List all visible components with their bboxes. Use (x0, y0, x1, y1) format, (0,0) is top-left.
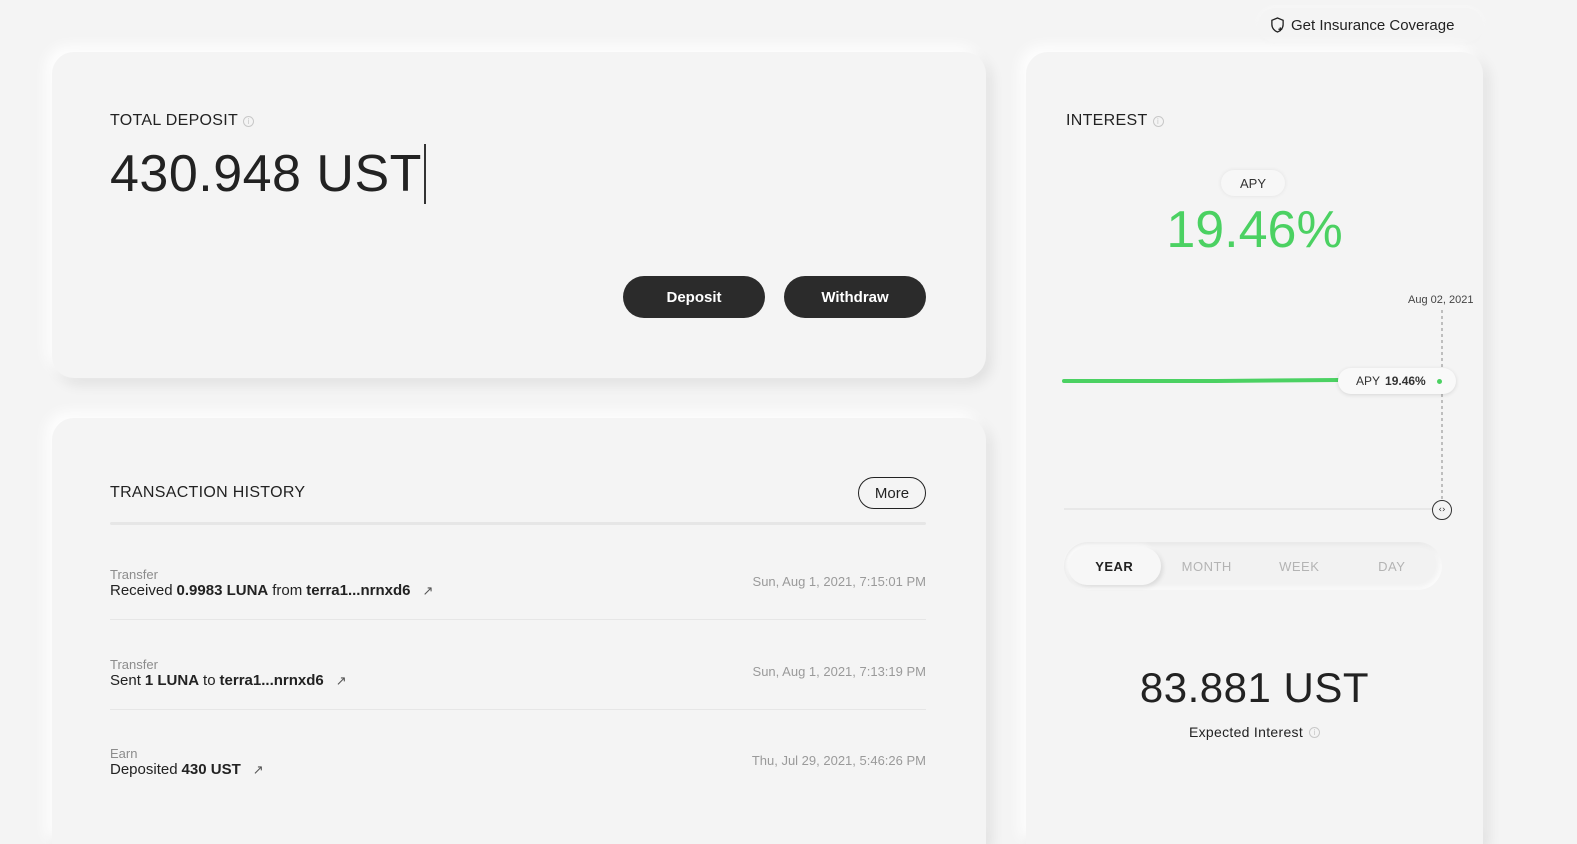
tab-year[interactable]: YEAR (1068, 547, 1161, 585)
transaction-preposition: from (272, 582, 303, 599)
transaction-type: Transfer (110, 567, 158, 582)
transaction-amount: 1 LUNA (144, 672, 200, 689)
transaction-address: terra1...nrnxd6 (219, 672, 324, 689)
total-deposit-title: TOTAL DEPOSIT i (110, 112, 255, 130)
transaction-row: Transfer Sent 1 LUNA to terra1...nrnxd6 … (110, 657, 926, 747)
transaction-history-title: TRANSACTION HISTORY (110, 484, 306, 501)
external-link-icon[interactable]: ↗ (422, 583, 433, 599)
row-divider (110, 709, 926, 710)
withdraw-button[interactable]: Withdraw (784, 276, 926, 318)
row-divider (110, 619, 926, 620)
transaction-row: Transfer Received 0.9983 LUNA from terra… (110, 567, 926, 657)
transaction-description: Sent 1 LUNA to terra1...nrnxd6 ↗ (110, 672, 347, 689)
tooltip-label: APY (1356, 374, 1381, 388)
transaction-time: Sun, Aug 1, 2021, 7:13:19 PM (752, 664, 926, 679)
external-link-icon[interactable]: ↗ (336, 673, 347, 689)
apy-chart (1062, 310, 1443, 510)
transaction-address: terra1...nrnxd6 (306, 582, 411, 599)
transaction-time: Sun, Aug 1, 2021, 7:15:01 PM (752, 574, 926, 589)
deposit-amount-value: 430.948 UST (110, 145, 422, 203)
chart-drag-handle-icon[interactable]: ‹› (1432, 500, 1452, 520)
apy-line (1062, 378, 1340, 383)
apy-tooltip: APY 19.46% (1338, 368, 1456, 394)
more-button[interactable]: More (858, 477, 926, 509)
total-deposit-title-text: TOTAL DEPOSIT (110, 112, 239, 129)
transaction-type: Earn (110, 746, 138, 761)
transaction-description: Deposited 430 UST ↗ (110, 761, 264, 778)
tooltip-value: 19.46% (1385, 374, 1426, 388)
get-insurance-coverage-button[interactable]: Get Insurance Coverage (1258, 8, 1483, 42)
transaction-type: Transfer (110, 657, 158, 672)
tab-month[interactable]: MONTH (1161, 547, 1254, 585)
total-deposit-amount: 430.948 UST (110, 144, 426, 204)
transaction-time: Thu, Jul 29, 2021, 5:46:26 PM (751, 753, 926, 768)
interest-card: INTEREST i APY 19.46% Aug 02, 2021 APY 1… (1026, 52, 1483, 844)
deposit-button[interactable]: Deposit (623, 276, 765, 318)
transaction-description: Received 0.9983 LUNA from terra1...nrnxd… (110, 582, 433, 599)
shield-plus-icon (1271, 17, 1284, 33)
expected-interest-label: Expected Interest i (1026, 724, 1483, 740)
text-caret (423, 144, 426, 204)
transaction-history-card: TRANSACTION HISTORY More Transfer Receiv… (52, 418, 986, 844)
insurance-label: Get Insurance Coverage (1291, 16, 1455, 34)
tab-week[interactable]: WEEK (1253, 547, 1346, 585)
external-link-icon[interactable]: ↗ (253, 762, 264, 778)
transaction-action: Received (110, 582, 173, 599)
total-deposit-card: TOTAL DEPOSIT i 430.948 UST Deposit With… (52, 52, 986, 378)
transaction-row: Earn Deposited 430 UST ↗ Thu, Jul 29, 20… (110, 746, 926, 836)
expected-interest-value: 83.881 UST (1139, 664, 1370, 711)
transaction-amount: 430 UST (181, 761, 241, 778)
info-icon[interactable]: i (1309, 726, 1321, 738)
tab-day[interactable]: DAY (1346, 547, 1439, 585)
transaction-amount: 0.9983 LUNA (176, 582, 269, 599)
chart-date-label: Aug 02, 2021 (1408, 294, 1474, 306)
history-divider (110, 522, 926, 525)
expected-interest-label-text: Expected Interest (1188, 724, 1304, 740)
green-dot-icon (1436, 378, 1442, 384)
period-tabs: YEAR MONTH WEEK DAY (1064, 542, 1442, 590)
transaction-preposition: to (203, 672, 216, 689)
transaction-action: Deposited (110, 761, 178, 778)
transaction-action: Sent (110, 672, 141, 689)
info-icon[interactable]: i (243, 115, 255, 127)
